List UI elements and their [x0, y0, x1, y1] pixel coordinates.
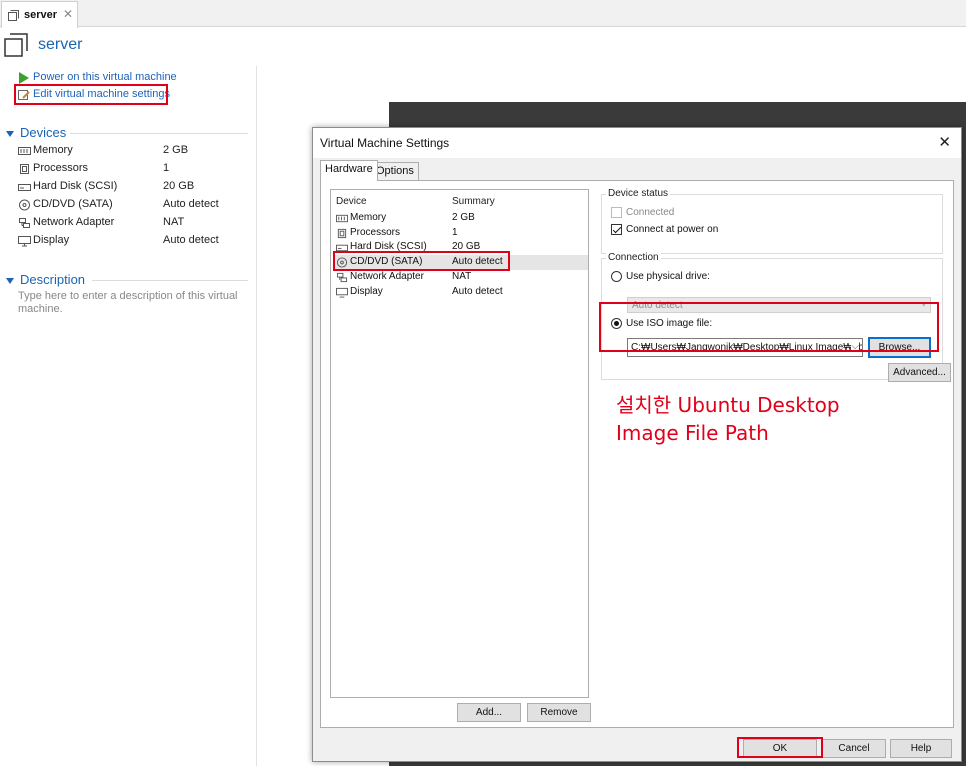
device-value: Auto detect: [163, 198, 219, 210]
tab-hardware[interactable]: Hardware: [320, 160, 378, 181]
collapse-triangle-icon: [6, 130, 14, 137]
device-status-heading: Device status: [606, 188, 671, 199]
list-item[interactable]: Display Auto detect: [334, 285, 588, 300]
section-divider: [92, 280, 248, 281]
device-row-network[interactable]: Network Adapter NAT: [18, 216, 248, 232]
network-adapter-icon: [336, 272, 348, 283]
display-icon: [336, 287, 348, 298]
devices-heading[interactable]: Devices: [6, 125, 66, 140]
processor-icon: [337, 228, 347, 239]
advanced-button[interactable]: Advanced...: [888, 363, 951, 382]
description-heading-label: Description: [20, 272, 86, 287]
hard-disk-icon: [18, 184, 31, 191]
device-row-memory[interactable]: Memory 2 GB: [18, 144, 248, 160]
use-physical-drive-radio[interactable]: [611, 271, 622, 282]
vm-header-icon: [4, 33, 28, 57]
highlight-edit-settings: [14, 84, 168, 105]
device-value: NAT: [163, 216, 185, 228]
memory-icon: [336, 214, 348, 223]
list-item-name: Display: [350, 286, 383, 297]
network-adapter-icon: [19, 218, 30, 228]
list-item-name: Memory: [350, 212, 387, 223]
device-value: 20 GB: [163, 180, 195, 192]
dialog-title: Virtual Machine Settings: [320, 136, 450, 150]
vm-tab-icon: [8, 10, 19, 21]
device-name: Network Adapter: [33, 216, 115, 228]
connect-at-power-on-checkbox[interactable]: [611, 224, 622, 235]
dialog-titlebar[interactable]: Virtual Machine Settings ✕: [313, 128, 961, 158]
column-header-summary: Summary: [452, 196, 495, 207]
connected-label: Connected: [626, 207, 675, 218]
remove-device-button[interactable]: Remove: [527, 703, 591, 722]
device-row-processors[interactable]: Processors 1: [18, 162, 248, 178]
device-value: 2 GB: [163, 144, 189, 156]
highlight-cd-dvd-row: [333, 251, 510, 271]
play-icon: [19, 72, 29, 84]
device-name: Hard Disk (SCSI): [33, 180, 118, 192]
tab-options[interactable]: Options: [371, 162, 419, 180]
devices-heading-label: Devices: [20, 125, 67, 140]
device-name: Display: [33, 234, 70, 246]
list-item-summary: 1: [452, 227, 458, 238]
device-name: Memory: [33, 144, 73, 156]
power-on-label: Power on this virtual machine: [33, 71, 177, 83]
list-item[interactable]: Processors 1: [334, 226, 588, 241]
list-item[interactable]: Network Adapter NAT: [334, 270, 588, 285]
annotation-line-2: Image File Path: [616, 421, 769, 445]
list-item-summary: 2 GB: [452, 212, 475, 223]
cd-dvd-icon: [19, 199, 30, 211]
description-heading[interactable]: Description: [6, 272, 85, 287]
device-row-hard-disk[interactable]: Hard Disk (SCSI) 20 GB: [18, 180, 248, 196]
connect-at-power-on-label: Connect at power on: [626, 224, 719, 235]
list-item-summary: Auto detect: [452, 286, 503, 297]
add-device-button[interactable]: Add...: [457, 703, 521, 722]
memory-icon: [18, 147, 31, 155]
processor-icon: [20, 164, 29, 174]
list-item-name: Network Adapter: [350, 271, 424, 282]
list-item-name: Processors: [350, 227, 401, 238]
tab-close-icon[interactable]: ✕: [63, 7, 73, 21]
device-row-cd-dvd[interactable]: CD/DVD (SATA) Auto detect: [18, 198, 248, 214]
section-divider: [70, 133, 248, 134]
device-name: CD/DVD (SATA): [33, 198, 113, 210]
annotation-line-1: 설치한 Ubuntu Desktop: [616, 393, 840, 417]
tab-label: server: [24, 9, 58, 21]
tab-server[interactable]: server ✕: [1, 1, 78, 28]
highlight-iso-path: [599, 302, 939, 352]
device-status-group: Device status Connected Connect at power…: [601, 188, 943, 254]
cancel-button[interactable]: Cancel: [822, 739, 886, 758]
left-panel: Power on this virtual machine Edit virtu…: [0, 66, 257, 766]
highlight-ok-button: [737, 737, 823, 758]
connection-heading: Connection: [606, 252, 661, 263]
display-icon: [18, 236, 31, 247]
description-field[interactable]: Type here to enter a description of this…: [18, 290, 243, 316]
annotation-text: 설치한 Ubuntu Desktop Image File Path: [616, 391, 946, 447]
device-name: Processors: [33, 162, 89, 174]
device-value: Auto detect: [163, 234, 219, 246]
page-title: server: [38, 36, 83, 53]
collapse-triangle-icon: [6, 277, 14, 284]
list-item[interactable]: Memory 2 GB: [334, 211, 588, 226]
help-button[interactable]: Help: [890, 739, 952, 758]
column-header-device: Device: [336, 196, 367, 207]
close-icon[interactable]: ✕: [938, 133, 951, 151]
device-value: 1: [163, 162, 170, 174]
tab-strip: server ✕: [0, 0, 966, 28]
connected-checkbox[interactable]: [611, 207, 622, 218]
list-item-summary: NAT: [452, 271, 472, 282]
device-row-display[interactable]: Display Auto detect: [18, 234, 248, 250]
use-physical-drive-label: Use physical drive:: [626, 271, 710, 282]
